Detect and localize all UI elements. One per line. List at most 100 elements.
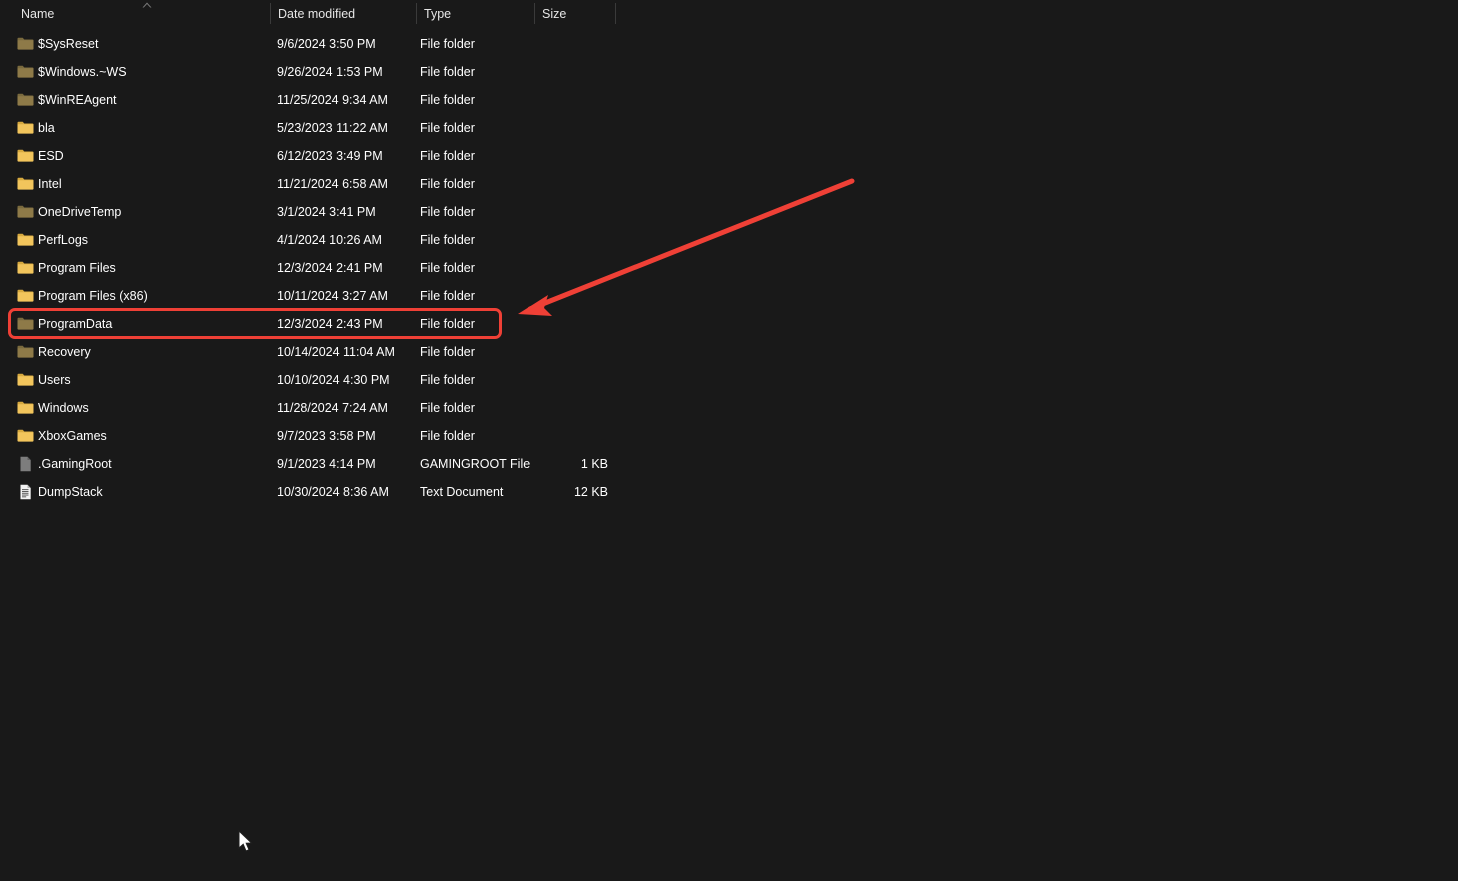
folder-icon (17, 120, 34, 136)
cell-size (500, 114, 608, 142)
cell-size (500, 170, 608, 198)
cell-date: 12/3/2024 2:41 PM (277, 261, 383, 275)
file-list-row[interactable]: Program Files 12/3/2024 2:41 PM File folde… (0, 254, 1458, 282)
cell-name: Users (38, 373, 71, 387)
column-header-size[interactable]: Size (535, 0, 615, 28)
file-list-row[interactable]: ESD 6/12/2023 3:49 PM File folder (0, 142, 1458, 170)
folder-icon (17, 204, 34, 220)
folder-icon (17, 428, 34, 444)
cell-name: ESD (38, 149, 64, 163)
folder-icon (17, 176, 34, 192)
file-list-row[interactable]: Intel 11/21/2024 6:58 AM File folder (0, 170, 1458, 198)
blank-document-icon (17, 456, 34, 472)
column-header-name[interactable]: Name (14, 0, 270, 28)
text-document-icon (17, 484, 34, 500)
file-list-row[interactable]: .GamingRoot 9/1/2023 4:14 PM GAMINGROOT Fi… (0, 450, 1458, 478)
cell-name: ProgramData (38, 317, 113, 331)
cell-type: File folder (420, 149, 475, 163)
cell-size: 1 KB (580, 457, 608, 471)
cell-size (500, 338, 608, 366)
cell-date: 12/3/2024 2:43 PM (277, 317, 383, 331)
cell-size (500, 142, 608, 170)
cell-name: Windows (38, 401, 89, 415)
cell-name: Intel (38, 177, 62, 191)
cell-name: OneDriveTemp (38, 205, 122, 219)
cell-date: 11/28/2024 7:24 AM (277, 401, 388, 415)
cell-date: 10/30/2024 8:36 AM (277, 485, 389, 499)
cell-type: File folder (420, 121, 475, 135)
cell-name: $SysReset (38, 37, 99, 51)
file-list-row[interactable]: DumpStack 10/30/2024 8:36 AM Text Document… (0, 478, 1458, 506)
cell-date: 6/12/2023 3:49 PM (277, 149, 383, 163)
cell-size (500, 198, 608, 226)
folder-icon (17, 148, 34, 164)
cell-date: 11/21/2024 6:58 AM (277, 177, 388, 191)
file-list-row[interactable]: XboxGames 9/7/2023 3:58 PM File folder (0, 422, 1458, 450)
folder-icon (17, 400, 34, 416)
file-list-row[interactable]: PerfLogs 4/1/2024 10:26 AM File folder (0, 226, 1458, 254)
cell-type: File folder (420, 233, 475, 247)
cell-date: 9/26/2024 1:53 PM (277, 65, 383, 79)
file-list-row[interactable]: Users 10/10/2024 4:30 PM File folder (0, 366, 1458, 394)
cell-size (500, 422, 608, 450)
folder-icon (17, 344, 34, 360)
cell-date: 5/23/2023 11:22 AM (277, 121, 388, 135)
column-header-row: Name Date modified Type Size (0, 0, 1458, 28)
cell-type: File folder (420, 261, 475, 275)
folder-icon (17, 372, 34, 388)
cell-date: 9/1/2023 4:14 PM (277, 457, 376, 471)
cell-date: 10/14/2024 11:04 AM (277, 345, 395, 359)
cell-date: 9/6/2024 3:50 PM (277, 37, 376, 51)
cell-type: File folder (420, 429, 475, 443)
cell-type: File folder (420, 345, 475, 359)
cell-size (500, 58, 608, 86)
column-divider-4[interactable] (615, 3, 616, 24)
cell-type: File folder (420, 317, 475, 331)
cell-type: File folder (420, 37, 475, 51)
cell-name: PerfLogs (38, 233, 89, 247)
folder-icon (17, 232, 34, 248)
folder-icon (17, 92, 34, 108)
cell-name: DumpStack (38, 485, 103, 499)
file-list-row[interactable]: Windows 11/28/2024 7:24 AM File folder (0, 394, 1458, 422)
cell-size (500, 394, 608, 422)
cell-name: $WinREAgent (38, 93, 117, 107)
cell-date: 3/1/2024 3:41 PM (277, 205, 376, 219)
cell-size (500, 254, 608, 282)
folder-icon (17, 288, 34, 304)
cell-size (500, 366, 608, 394)
cell-name: bla (38, 121, 55, 135)
cell-size (500, 282, 608, 310)
cell-date: 11/25/2024 9:34 AM (277, 93, 388, 107)
cell-size: 12 KB (573, 485, 608, 499)
cell-date: 9/7/2023 3:58 PM (277, 429, 376, 443)
column-header-date-modified[interactable]: Date modified (271, 0, 416, 28)
cell-name: Program Files (38, 261, 116, 275)
cell-size (500, 30, 608, 58)
cell-type: File folder (420, 289, 475, 303)
column-header-type[interactable]: Type (417, 0, 534, 28)
cell-date: 4/1/2024 10:26 AM (277, 233, 382, 247)
cell-name: Recovery (38, 345, 91, 359)
cell-type: File folder (420, 373, 475, 387)
folder-icon (17, 316, 34, 332)
cell-name: $Windows.~WS (38, 65, 127, 79)
cell-size (500, 310, 608, 338)
cell-type: File folder (420, 93, 475, 107)
file-list-row[interactable]: $Windows.~WS 9/26/2024 1:53 PM File folder (0, 58, 1458, 86)
file-list-row[interactable]: $SysReset 9/6/2024 3:50 PM File folder (0, 30, 1458, 58)
cell-date: 10/11/2024 3:27 AM (277, 289, 388, 303)
file-list-row[interactable]: Recovery 10/14/2024 11:04 AM File folder (0, 338, 1458, 366)
file-list-row[interactable]: bla 5/23/2023 11:22 AM File folder (0, 114, 1458, 142)
file-explorer-details-view: Name Date modified Type Size $SysReset 9/… (0, 0, 1458, 881)
file-list-row[interactable]: ProgramData 12/3/2024 2:43 PM File folder (0, 310, 1458, 338)
cell-date: 10/10/2024 4:30 PM (277, 373, 390, 387)
folder-icon (17, 36, 34, 52)
folder-icon (17, 260, 34, 276)
folder-icon (17, 64, 34, 80)
file-list-row[interactable]: OneDriveTemp 3/1/2024 3:41 PM File folder (0, 198, 1458, 226)
file-list-row[interactable]: Program Files (x86) 10/11/2024 3:27 AM Fil… (0, 282, 1458, 310)
cell-type: File folder (420, 205, 475, 219)
file-list-row[interactable]: $WinREAgent 11/25/2024 9:34 AM File folder (0, 86, 1458, 114)
cell-type: Text Document (420, 485, 504, 499)
